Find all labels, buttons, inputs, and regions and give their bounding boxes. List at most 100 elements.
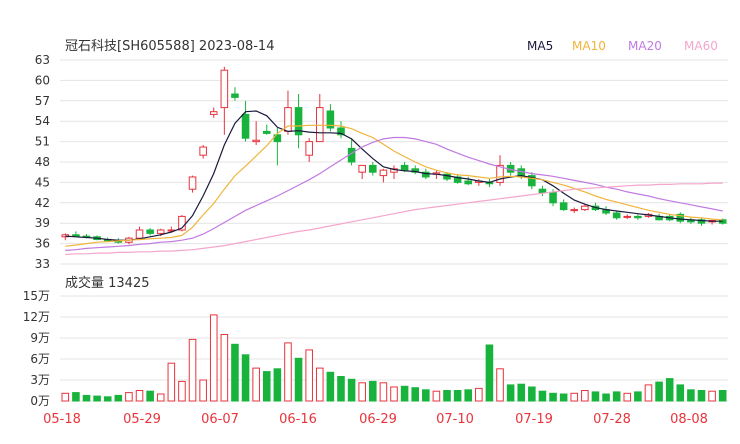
volume-bar: [496, 368, 504, 402]
volume-bar: [82, 394, 91, 402]
candle-body: [634, 215, 642, 219]
volume-bar: [591, 391, 600, 402]
volume-bar: [655, 381, 663, 402]
candle-body: [252, 139, 260, 143]
volume-bar: [199, 379, 207, 402]
candle: [220, 66, 229, 135]
volume-bar: [294, 357, 303, 402]
volume-bar: [135, 390, 144, 402]
volume-label: 成交量 13425: [65, 275, 150, 291]
candle-body: [538, 188, 547, 194]
volume-bar: [411, 387, 419, 402]
stock-chart: 冠石科技[SH605588] 2023-08-14 MA5 MA10 MA20 MA6…: [0, 0, 740, 440]
candle-body: [241, 113, 250, 139]
candle: [72, 231, 80, 237]
date-tick-label: 07-19: [515, 412, 553, 427]
volume-bar: [623, 392, 632, 402]
candlesticks: [61, 66, 727, 245]
volume-bar: [602, 393, 610, 402]
legend-item-ma60: MA60: [684, 39, 718, 53]
candle: [231, 87, 239, 101]
volume-bar: [538, 390, 547, 402]
candle: [209, 107, 218, 118]
price-tick-label: 39: [35, 216, 50, 230]
candle: [602, 206, 610, 216]
price-tick-label: 33: [35, 257, 50, 271]
candle: [337, 121, 345, 139]
volume-bar: [315, 367, 324, 402]
candle-body: [188, 176, 197, 190]
volume-bar: [284, 342, 292, 402]
legend-item-ma10: MA10: [572, 39, 606, 53]
volume-bar: [506, 384, 515, 402]
price-tick-label: 42: [35, 196, 50, 210]
volume-bar: [432, 390, 441, 402]
candle-body: [262, 130, 271, 134]
volume-bar: [273, 368, 282, 402]
volume-bar: [156, 393, 165, 402]
volume-tick-label: 9万: [30, 331, 50, 345]
candle-body: [72, 234, 80, 237]
volume-bar: [549, 392, 557, 402]
price-tick-label: 36: [35, 237, 50, 251]
volume-bar: [220, 334, 229, 402]
volume-grid: [60, 295, 728, 402]
candle: [358, 164, 366, 179]
candle-body: [146, 229, 154, 234]
price-tick-label: 60: [35, 73, 50, 87]
candle: [634, 214, 642, 220]
candle: [305, 138, 313, 162]
volume-bar: [305, 349, 313, 402]
volume-bar: [326, 371, 335, 402]
volume-bar: [231, 343, 239, 402]
candle-body: [570, 209, 579, 212]
volume-bar: [369, 380, 377, 402]
candle: [570, 207, 579, 213]
volume-axis: 15万 12万 9万 6万 3万 0万: [23, 289, 50, 408]
price-tick-label: 48: [35, 155, 50, 169]
candle-body: [369, 164, 377, 173]
volume-bar: [188, 338, 197, 402]
volume-bar: [687, 389, 695, 402]
candle: [453, 174, 462, 184]
price-tick-label: 54: [35, 114, 50, 128]
volume-bar: [475, 387, 483, 402]
candle: [294, 94, 303, 149]
candle-body: [220, 69, 229, 109]
candle-body: [623, 215, 632, 218]
candle-body: [400, 164, 409, 171]
volume-bar: [241, 354, 250, 402]
price-axis: 63 60 57 54 51 48 45 42 39 36 33: [35, 53, 50, 271]
chart-canvas: 冠石科技[SH605588] 2023-08-14 MA5 MA10 MA20 MA6…: [23, 39, 728, 427]
volume-bar: [72, 392, 80, 402]
candle-body: [612, 212, 621, 219]
candle: [379, 168, 388, 183]
volume-bar: [146, 390, 154, 402]
volume-tick-label: 3万: [30, 373, 50, 387]
volume-bar: [612, 391, 621, 402]
candle: [676, 212, 685, 224]
volume-bar: [453, 390, 462, 402]
volume-bar: [178, 380, 186, 402]
volume-bar: [559, 393, 568, 402]
volume-bar: [347, 378, 356, 402]
legend: MA5 MA10 MA20 MA60: [527, 39, 718, 53]
candle: [390, 165, 398, 179]
price-tick-label: 45: [35, 175, 50, 189]
volume-bar: [708, 390, 716, 402]
candle-body: [358, 164, 366, 173]
volume-tick-label: 15万: [23, 289, 50, 303]
candle-body: [199, 146, 207, 156]
date-tick-label: 06-29: [359, 412, 397, 427]
candle-body: [135, 229, 144, 239]
candle-body: [549, 192, 557, 204]
volume-bar: [262, 371, 271, 402]
volume-bar: [61, 392, 70, 402]
volume-bar: [528, 386, 536, 402]
date-tick-label: 05-18: [43, 412, 81, 427]
candle-body: [315, 107, 324, 143]
candle-body: [156, 229, 165, 234]
volume-bar: [443, 390, 451, 402]
price-tick-label: 51: [35, 135, 50, 149]
date-tick-label: 06-16: [279, 412, 317, 427]
